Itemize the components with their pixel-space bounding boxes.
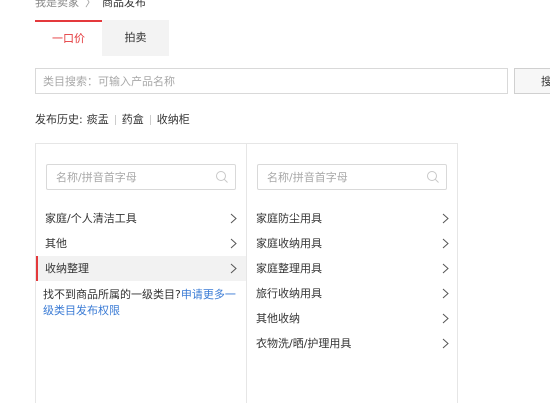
publish-history: 发布历史: 痰盂 药盒 收纳柜 bbox=[35, 113, 190, 127]
category-item-label: 其他收纳 bbox=[256, 312, 300, 325]
chevron-right-icon bbox=[230, 238, 237, 249]
history-item[interactable]: 痰盂 bbox=[87, 113, 109, 127]
divider bbox=[149, 115, 151, 125]
notice-text: 找不到商品所属的一级类目? bbox=[43, 288, 181, 301]
category-item-label: 收纳整理 bbox=[45, 262, 89, 275]
chevron-right-icon bbox=[442, 238, 449, 249]
category-item-label: 家庭收纳用具 bbox=[256, 237, 322, 250]
category-search-input[interactable] bbox=[35, 68, 508, 94]
chevron-right-icon bbox=[442, 213, 449, 224]
category-item[interactable]: 家庭收纳用具 bbox=[247, 231, 458, 256]
category-item[interactable]: 家庭整理用具 bbox=[247, 256, 458, 281]
search-icon bbox=[427, 171, 439, 183]
chevron-right-icon bbox=[230, 213, 237, 224]
category-search-row: 搜索 bbox=[35, 68, 550, 94]
category-list: 家庭防尘用具 家庭收纳用具 家庭整理用具 旅行收纳用具 其他收纳 衣物洗/晒/护… bbox=[247, 206, 458, 356]
category-item-label: 其他 bbox=[45, 237, 67, 250]
category-item[interactable]: 旅行收纳用具 bbox=[247, 281, 458, 306]
divider bbox=[114, 115, 116, 125]
breadcrumb-current: 商品发布 bbox=[102, 0, 146, 9]
search-icon bbox=[216, 171, 228, 183]
category-item-selected[interactable]: 收纳整理 bbox=[36, 256, 246, 281]
category-item-label: 家庭/个人清洁工具 bbox=[45, 212, 137, 225]
category-item[interactable]: 家庭防尘用具 bbox=[247, 206, 458, 231]
category-item-label: 旅行收纳用具 bbox=[256, 287, 322, 300]
search-button[interactable]: 搜索 bbox=[514, 68, 550, 94]
category-permission-notice: 找不到商品所属的一级类目?申请更多一级类目发布权限 bbox=[43, 287, 243, 319]
category-item[interactable]: 其他 bbox=[36, 231, 246, 256]
history-item[interactable]: 收纳柜 bbox=[157, 113, 190, 127]
chevron-right-icon bbox=[442, 263, 449, 274]
category-filter-input[interactable] bbox=[47, 165, 207, 189]
chevron-right-icon bbox=[442, 313, 449, 324]
category-column-level1: 家庭/个人清洁工具 其他 收纳整理 找不到商品所属的一级类目?申请更多一级类目发… bbox=[36, 144, 247, 403]
chevron-right-icon bbox=[442, 288, 449, 299]
category-filter-input[interactable] bbox=[258, 165, 418, 189]
category-item-label: 家庭整理用具 bbox=[256, 262, 322, 275]
history-label: 发布历史: bbox=[35, 113, 83, 126]
tab-fixed-price[interactable]: 一口价 bbox=[35, 20, 102, 56]
category-item-label: 家庭防尘用具 bbox=[256, 212, 322, 225]
breadcrumb: 我是卖家〉商品发布 bbox=[35, 0, 146, 10]
breadcrumb-separator: 〉 bbox=[85, 0, 96, 9]
category-list: 家庭/个人清洁工具 其他 收纳整理 bbox=[36, 206, 246, 281]
listing-type-tabs: 一口价 拍卖 bbox=[35, 20, 169, 56]
category-item[interactable]: 家庭/个人清洁工具 bbox=[36, 206, 246, 231]
category-column-level2: 家庭防尘用具 家庭收纳用具 家庭整理用具 旅行收纳用具 其他收纳 衣物洗/晒/护… bbox=[247, 144, 458, 403]
category-selector: 家庭/个人清洁工具 其他 收纳整理 找不到商品所属的一级类目?申请更多一级类目发… bbox=[35, 143, 458, 403]
tab-auction[interactable]: 拍卖 bbox=[102, 20, 169, 56]
category-item-label: 衣物洗/晒/护理用具 bbox=[256, 337, 352, 350]
category-filter bbox=[257, 164, 447, 190]
category-item[interactable]: 衣物洗/晒/护理用具 bbox=[247, 331, 458, 356]
category-filter bbox=[46, 164, 236, 190]
chevron-right-icon bbox=[230, 263, 237, 274]
chevron-right-icon bbox=[442, 338, 449, 349]
breadcrumb-root[interactable]: 我是卖家 bbox=[35, 0, 79, 9]
history-item[interactable]: 药盒 bbox=[122, 113, 144, 127]
category-item[interactable]: 其他收纳 bbox=[247, 306, 458, 331]
